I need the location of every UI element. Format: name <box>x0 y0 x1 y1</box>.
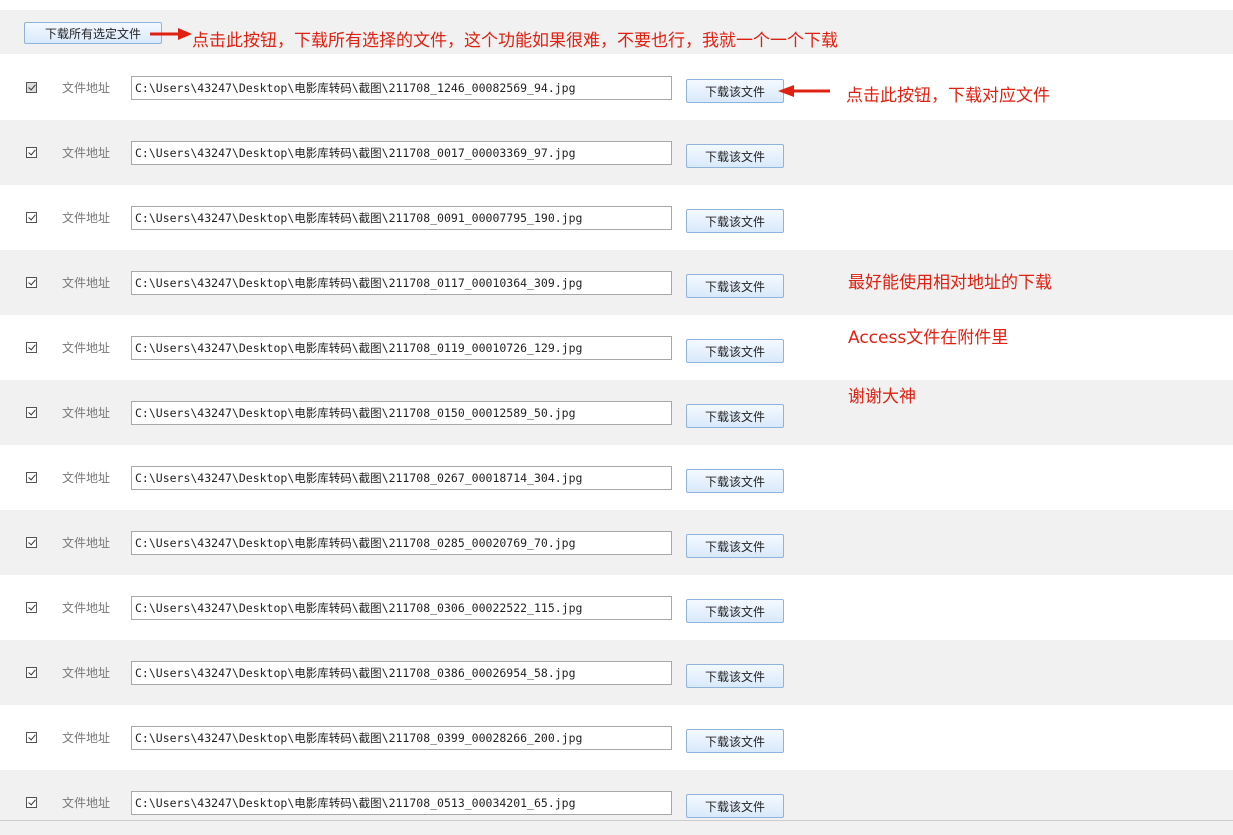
side-note-1: 最好能使用相对地址的下载 <box>848 273 1052 293</box>
download-file-button[interactable]: 下载该文件 <box>686 404 784 428</box>
file-checkbox[interactable] <box>26 472 37 483</box>
download-file-button[interactable]: 下载该文件 <box>686 209 784 233</box>
file-checkbox[interactable] <box>26 732 37 743</box>
download-file-button[interactable]: 下载该文件 <box>686 144 784 168</box>
download-file-button[interactable]: 下载该文件 <box>686 274 784 298</box>
file-path-input[interactable]: C:\Users\43247\Desktop\电影库转码\截图\211708_0… <box>131 336 672 360</box>
file-path-input[interactable]: C:\Users\43247\Desktop\电影库转码\截图\211708_0… <box>131 791 672 815</box>
file-path-input[interactable]: C:\Users\43247\Desktop\电影库转码\截图\211708_0… <box>131 531 672 555</box>
file-row: 文件地址 C:\Users\43247\Desktop\电影库转码\截图\2117… <box>0 770 1233 835</box>
file-path-label: 文件地址 <box>62 666 111 680</box>
file-row: 文件地址 C:\Users\43247\Desktop\电影库转码\截图\2117… <box>0 705 1233 770</box>
file-checkbox[interactable] <box>26 342 37 353</box>
file-row: 文件地址 C:\Users\43247\Desktop\电影库转码\截图\2117… <box>0 120 1233 185</box>
row-annotation: 点击此按钮，下载对应文件 <box>846 86 1050 106</box>
file-checkbox[interactable] <box>26 602 37 613</box>
side-note-2: Access文件在附件里 <box>848 328 1009 348</box>
file-row: 文件地址 C:\Users\43247\Desktop\电影库转码\截图\2117… <box>0 185 1233 250</box>
file-path-label: 文件地址 <box>62 471 111 485</box>
file-path-label: 文件地址 <box>62 601 111 615</box>
file-path-input[interactable]: C:\Users\43247\Desktop\电影库转码\截图\211708_0… <box>131 271 672 295</box>
file-row: 文件地址 C:\Users\43247\Desktop\电影库转码\截图\2117… <box>0 640 1233 705</box>
download-file-button[interactable]: 下载该文件 <box>686 534 784 558</box>
file-row: 文件地址 C:\Users\43247\Desktop\电影库转码\截图\2117… <box>0 575 1233 640</box>
file-path-input[interactable]: C:\Users\43247\Desktop\电影库转码\截图\211708_0… <box>131 401 672 425</box>
file-path-label: 文件地址 <box>62 731 111 745</box>
file-checkbox[interactable] <box>26 82 37 93</box>
download-all-button[interactable]: 下载所有选定文件 <box>24 22 162 44</box>
file-checkbox[interactable] <box>26 537 37 548</box>
file-path-input[interactable]: C:\Users\43247\Desktop\电影库转码\截图\211708_0… <box>131 141 672 165</box>
file-path-label: 文件地址 <box>62 796 111 810</box>
download-file-button[interactable]: 下载该文件 <box>686 664 784 688</box>
arrow-left-icon <box>150 28 192 40</box>
file-path-label: 文件地址 <box>62 211 111 225</box>
file-row: 文件地址 C:\Users\43247\Desktop\电影库转码\截图\2117… <box>0 445 1233 510</box>
download-file-button[interactable]: 下载该文件 <box>686 79 784 103</box>
file-path-label: 文件地址 <box>62 536 111 550</box>
file-path-input[interactable]: C:\Users\43247\Desktop\电影库转码\截图\211708_0… <box>131 466 672 490</box>
file-checkbox[interactable] <box>26 667 37 678</box>
file-path-label: 文件地址 <box>62 146 111 160</box>
file-row: 文件地址 C:\Users\43247\Desktop\电影库转码\截图\2117… <box>0 380 1233 445</box>
file-row: 文件地址 C:\Users\43247\Desktop\电影库转码\截图\2117… <box>0 315 1233 380</box>
file-checkbox[interactable] <box>26 212 37 223</box>
file-path-label: 文件地址 <box>62 406 111 420</box>
file-path-label: 文件地址 <box>62 276 111 290</box>
file-path-input[interactable]: C:\Users\43247\Desktop\电影库转码\截图\211708_0… <box>131 596 672 620</box>
arrow-left-icon <box>778 85 830 97</box>
file-path-input[interactable]: C:\Users\43247\Desktop\电影库转码\截图\211708_0… <box>131 206 672 230</box>
download-file-button[interactable]: 下载该文件 <box>686 469 784 493</box>
file-path-label: 文件地址 <box>62 81 111 95</box>
header-annotation: 点击此按钮，下载所有选择的文件，这个功能如果很难，不要也行，我就一个一个下载 <box>192 31 838 51</box>
file-checkbox[interactable] <box>26 797 37 808</box>
download-file-button[interactable]: 下载该文件 <box>686 729 784 753</box>
side-note-3: 谢谢大神 <box>848 387 916 407</box>
file-path-input[interactable]: C:\Users\43247\Desktop\电影库转码\截图\211708_0… <box>131 726 672 750</box>
file-checkbox[interactable] <box>26 147 37 158</box>
file-path-input[interactable]: C:\Users\43247\Desktop\电影库转码\截图\211708_0… <box>131 661 672 685</box>
download-file-button[interactable]: 下载该文件 <box>686 599 784 623</box>
file-row: 文件地址 C:\Users\43247\Desktop\电影库转码\截图\2117… <box>0 510 1233 575</box>
file-path-label: 文件地址 <box>62 341 111 355</box>
bottom-divider <box>0 820 1233 821</box>
file-checkbox[interactable] <box>26 407 37 418</box>
file-checkbox[interactable] <box>26 277 37 288</box>
download-file-button[interactable]: 下载该文件 <box>686 339 784 363</box>
file-path-input[interactable]: C:\Users\43247\Desktop\电影库转码\截图\211708_1… <box>131 76 672 100</box>
download-file-button[interactable]: 下载该文件 <box>686 794 784 818</box>
